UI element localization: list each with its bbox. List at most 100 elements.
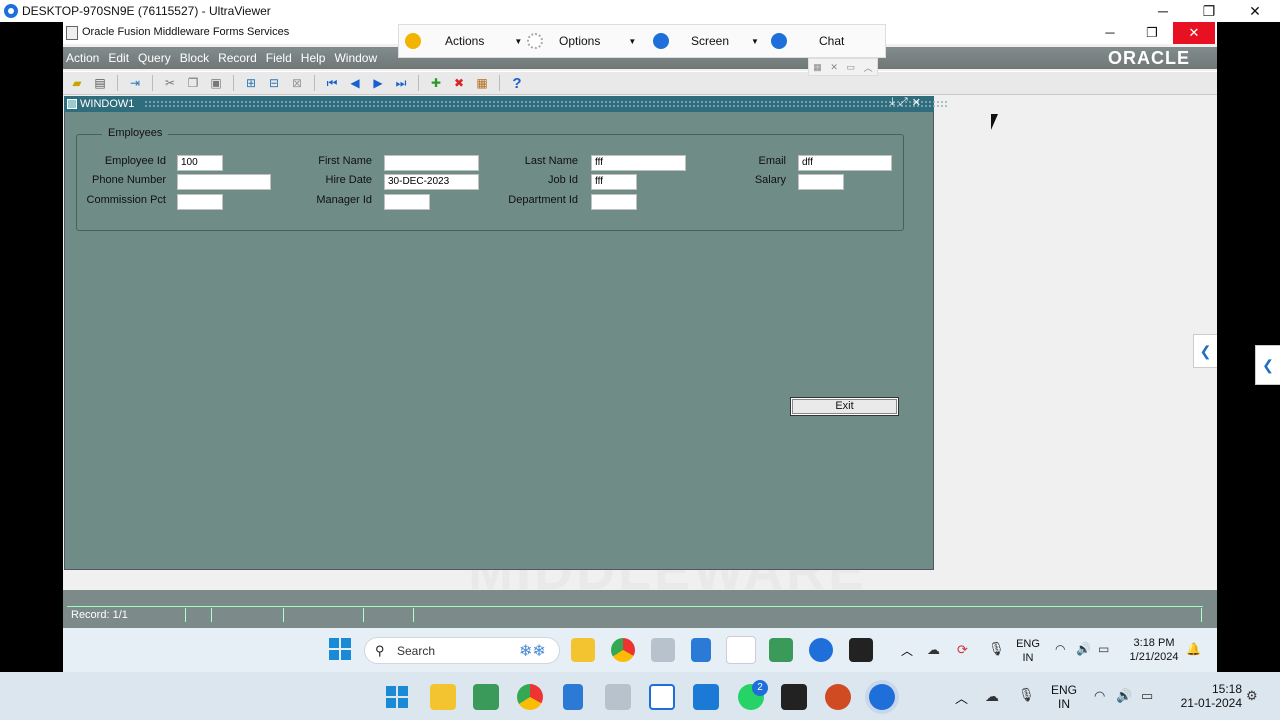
chevron-up-icon[interactable]: ︿ xyxy=(901,642,913,659)
remote-search-box[interactable]: ⚲ Search ❄❄ xyxy=(364,637,560,664)
local-volume-icon[interactable]: 🔊 xyxy=(1116,688,1132,704)
forms-app-icon[interactable] xyxy=(726,636,756,664)
menu-action[interactable]: Action xyxy=(66,51,99,65)
local-file-explorer-icon[interactable] xyxy=(430,684,456,710)
insert-record-icon[interactable]: ✚ xyxy=(427,74,445,92)
cancel-query-icon[interactable]: ⊠ xyxy=(288,74,306,92)
menu-block[interactable]: Block xyxy=(180,51,209,65)
exit-form-icon[interactable]: ⇥ xyxy=(126,74,144,92)
last-name-field[interactable]: fff xyxy=(591,155,686,171)
viewer-minimize-button[interactable]: ─ xyxy=(1140,0,1186,22)
previous-record-icon[interactable]: ◀ xyxy=(346,74,364,92)
terminal-icon[interactable] xyxy=(849,638,873,662)
wifi-icon[interactable]: ◠ xyxy=(1055,642,1065,656)
local-wifi-icon[interactable]: ◠ xyxy=(1094,688,1105,704)
applet-restore-button[interactable]: ❐ xyxy=(1131,22,1173,44)
email-field[interactable]: dff xyxy=(798,155,892,171)
job-id-field[interactable]: fff xyxy=(591,174,637,190)
help-icon[interactable]: ? xyxy=(508,74,526,92)
cut-icon[interactable]: ✂ xyxy=(161,74,179,92)
chat-button[interactable]: Chat xyxy=(771,25,871,57)
local-battery-icon[interactable]: ▭ xyxy=(1141,688,1153,704)
applet-close-button[interactable]: ✕ xyxy=(1173,22,1215,44)
local-window-icon[interactable] xyxy=(649,684,675,710)
options-menu[interactable]: Options ▼ xyxy=(527,25,647,57)
hire-date-field[interactable]: 30-DEC-2023 xyxy=(384,174,479,190)
remote-clock[interactable]: 3:18 PM 1/21/2024 xyxy=(1122,636,1186,664)
menu-help[interactable]: Help xyxy=(301,51,326,65)
screen-menu[interactable]: Screen ▼ xyxy=(653,25,768,57)
window-close-icon[interactable]: ✕ xyxy=(912,96,921,109)
chevron-up-icon[interactable]: ︿ xyxy=(864,61,873,74)
local-ultraviewer-icon[interactable] xyxy=(869,684,895,710)
local-chrome-icon[interactable] xyxy=(517,684,543,710)
file-explorer-icon[interactable] xyxy=(571,638,595,662)
local-settings-doc-icon[interactable] xyxy=(563,684,583,710)
microphone-icon[interactable]: 🎙 xyxy=(988,641,1005,657)
local-onedrive-icon[interactable]: ☁ xyxy=(985,688,999,705)
recycle-bin-icon[interactable] xyxy=(651,638,675,662)
side-panel-tab-right[interactable]: ❮ xyxy=(1255,345,1280,385)
execute-query-icon[interactable]: ⊟ xyxy=(265,74,283,92)
sync-icon[interactable]: ⟳ xyxy=(957,642,968,658)
menu-edit[interactable]: Edit xyxy=(108,51,129,65)
monitor-icon[interactable]: ▭ xyxy=(847,62,856,73)
viewer-restore-button[interactable]: ❐ xyxy=(1186,0,1232,22)
print-icon[interactable]: ▤ xyxy=(91,74,109,92)
lock-record-icon[interactable]: ▦ xyxy=(473,74,491,92)
menu-window[interactable]: Window xyxy=(334,51,377,65)
side-panel-tab-left[interactable]: ❮ xyxy=(1193,334,1217,368)
forms-status-bar: Record: 1/1 xyxy=(63,590,1217,628)
local-terminal-icon[interactable] xyxy=(781,684,807,710)
local-store-icon[interactable] xyxy=(693,684,719,710)
exit-button[interactable]: Exit xyxy=(790,397,899,416)
menu-query[interactable]: Query xyxy=(138,51,171,65)
viewer-title-bar: DESKTOP-970SN9E (76115527) - UltraViewer… xyxy=(0,0,1280,22)
volume-icon[interactable]: 🔊 xyxy=(1076,642,1091,656)
local-notification-icon[interactable]: ⚙ xyxy=(1246,688,1258,704)
close-icon[interactable]: ✕ xyxy=(830,62,838,73)
paint-icon[interactable] xyxy=(769,638,793,662)
local-microphone-icon[interactable]: 🎙 xyxy=(1018,687,1035,703)
last-record-icon[interactable]: ⏭ xyxy=(392,74,410,92)
battery-icon[interactable]: ▭ xyxy=(1098,642,1109,656)
department-id-field[interactable] xyxy=(591,194,637,210)
viewer-close-button[interactable]: ✕ xyxy=(1232,0,1278,22)
ultraviewer-logo-icon xyxy=(4,4,18,18)
enter-query-icon[interactable]: ⊞ xyxy=(242,74,260,92)
phone-number-field[interactable] xyxy=(177,174,271,190)
menu-record[interactable]: Record xyxy=(218,51,257,65)
applet-minimize-button[interactable]: ─ xyxy=(1089,22,1131,44)
ultraviewer-taskbar-icon[interactable] xyxy=(809,638,833,662)
onedrive-icon[interactable]: ☁ xyxy=(927,642,940,658)
window-maximize-icon[interactable]: ⤢ xyxy=(899,96,908,109)
salary-field[interactable] xyxy=(798,174,844,190)
first-name-field[interactable] xyxy=(384,155,479,171)
window-minimize-icon[interactable]: ⤓ xyxy=(890,96,895,109)
employee-id-field[interactable]: 100 xyxy=(177,155,223,171)
save-icon[interactable]: ▰ xyxy=(68,74,86,92)
delete-record-icon[interactable]: ✖ xyxy=(450,74,468,92)
powerpoint-icon[interactable] xyxy=(825,684,851,710)
settings-doc-icon[interactable] xyxy=(691,638,711,662)
local-chevron-up-icon[interactable]: ︿ xyxy=(955,688,968,707)
local-paint-icon[interactable] xyxy=(473,684,499,710)
remote-language-indicator[interactable]: ENG IN xyxy=(1012,637,1044,665)
grid-icon[interactable]: ▦ xyxy=(813,62,822,73)
notification-bell-icon[interactable]: 🔔 xyxy=(1186,642,1201,656)
chrome-icon[interactable] xyxy=(611,638,635,662)
commission-pct-field[interactable] xyxy=(177,194,223,210)
copy-icon[interactable]: ❐ xyxy=(184,74,202,92)
menu-field[interactable]: Field xyxy=(266,51,292,65)
windows-start-icon[interactable] xyxy=(329,638,351,660)
next-record-icon[interactable]: ▶ xyxy=(369,74,387,92)
local-recycle-bin-icon[interactable] xyxy=(605,684,631,710)
local-windows-start-icon[interactable] xyxy=(386,686,408,708)
local-language-indicator[interactable]: ENG IN xyxy=(1046,683,1082,711)
manager-id-field[interactable] xyxy=(384,194,430,210)
first-record-icon[interactable]: ⏮ xyxy=(323,74,341,92)
last-name-label: Last Name xyxy=(524,155,578,167)
actions-menu[interactable]: Actions ▼ xyxy=(405,25,525,57)
paste-icon[interactable]: ▣ xyxy=(207,74,225,92)
local-clock[interactable]: 15:18 21-01-2024 xyxy=(1168,682,1242,710)
